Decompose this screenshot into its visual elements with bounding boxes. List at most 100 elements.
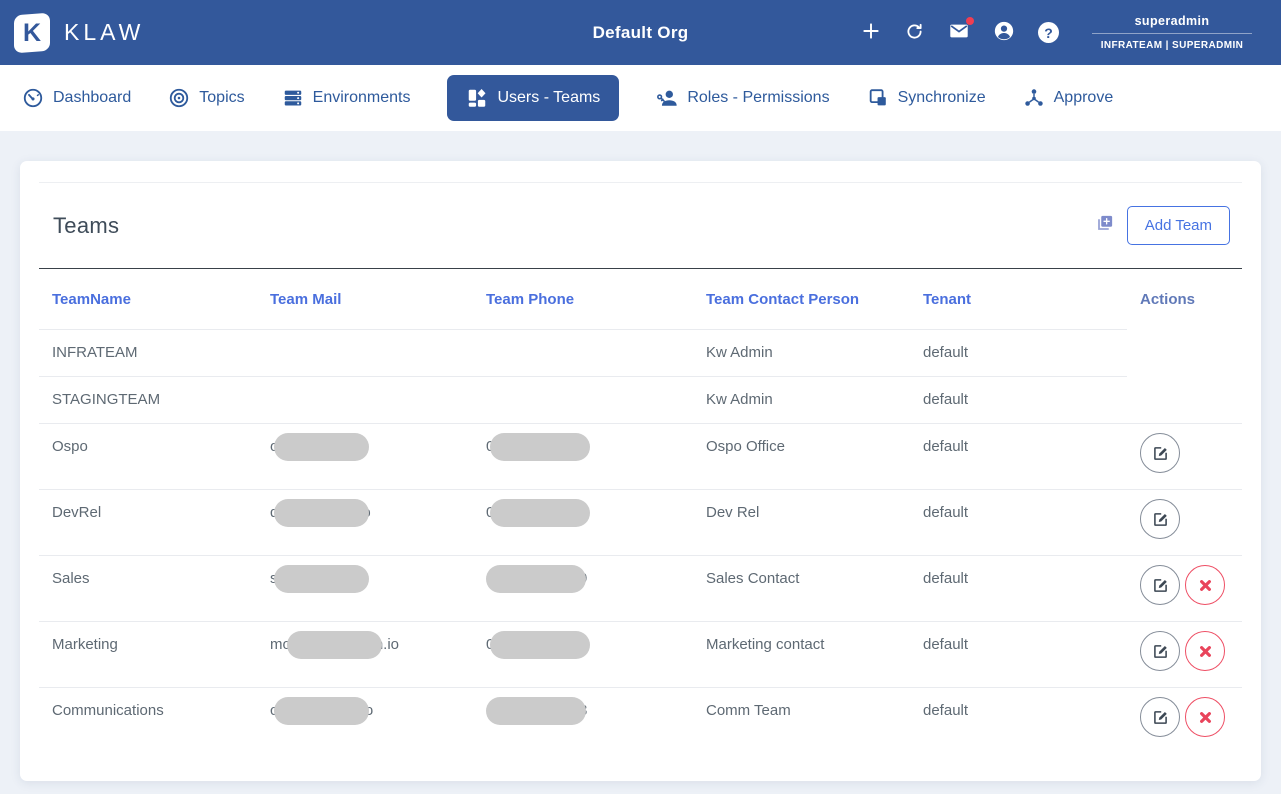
delete-x-icon bbox=[1197, 709, 1214, 726]
help-icon: ? bbox=[1038, 22, 1059, 43]
library-add-icon[interactable] bbox=[1096, 214, 1114, 237]
user-key-icon bbox=[656, 87, 678, 109]
tab-label: Roles - Permissions bbox=[687, 89, 830, 106]
team-contact-person: Ospo Office bbox=[706, 438, 785, 455]
tab-dashboard[interactable]: Dashboard bbox=[22, 87, 131, 109]
tab-label: Environments bbox=[312, 89, 411, 106]
edit-team-button[interactable] bbox=[1140, 499, 1180, 539]
user-role-line: INFRATEAM | SUPERADMIN bbox=[1100, 40, 1244, 51]
team-contact-cell: Ospo Office bbox=[693, 423, 910, 490]
team-contact-person: Comm Team bbox=[706, 702, 791, 719]
team-mail-cell bbox=[257, 376, 473, 424]
actions-cell bbox=[1127, 621, 1242, 688]
help-button[interactable]: ? bbox=[1038, 22, 1059, 43]
redaction-pill bbox=[490, 631, 591, 660]
page-content: Teams Add Team TeamName Team Mail Team P… bbox=[0, 131, 1281, 781]
add-team-button[interactable]: Add Team bbox=[1126, 206, 1230, 245]
table-row: DevRel do0 Dev Rel default bbox=[39, 489, 1242, 556]
tenant-value: default bbox=[923, 438, 969, 455]
delete-team-button[interactable] bbox=[1185, 631, 1225, 671]
table-row: Sales s9 Sales Contact default bbox=[39, 555, 1242, 622]
edit-team-button[interactable] bbox=[1140, 565, 1180, 605]
col-team-contact-person[interactable]: Team Contact Person bbox=[693, 268, 910, 330]
brand[interactable]: K KLAW bbox=[14, 12, 145, 53]
target-icon bbox=[168, 87, 190, 109]
team-mail-cell: cio bbox=[257, 688, 473, 754]
actions-cell bbox=[1127, 330, 1242, 377]
team-name: DevRel bbox=[52, 504, 102, 521]
tab-synchronize[interactable]: Synchronize bbox=[867, 87, 986, 109]
actions-cell bbox=[1127, 489, 1242, 556]
tab-roles-permissions[interactable]: Roles - Permissions bbox=[656, 87, 830, 109]
team-mail-cell: do bbox=[257, 489, 473, 556]
delete-team-button[interactable] bbox=[1185, 565, 1225, 605]
team-phone-cell bbox=[473, 329, 693, 377]
teams-table-body: INFRATEAM Kw Admin default STAGINGTEAM Kw Ad… bbox=[39, 329, 1242, 754]
tab-label: Dashboard bbox=[53, 89, 132, 106]
dashboard-grid-icon bbox=[466, 87, 488, 109]
team-name-cell: DevRel bbox=[39, 489, 257, 556]
tenant-value: default bbox=[923, 504, 969, 521]
add-team-group: Add Team bbox=[1096, 206, 1242, 245]
col-team-mail[interactable]: Team Mail bbox=[257, 268, 473, 330]
redaction-pill bbox=[486, 697, 586, 726]
edit-team-button[interactable] bbox=[1140, 631, 1180, 671]
team-contact-cell: Marketing contact bbox=[693, 621, 910, 688]
col-tenant[interactable]: Tenant bbox=[910, 268, 1127, 330]
col-team-phone[interactable]: Team Phone bbox=[473, 268, 693, 330]
actions-cell bbox=[1127, 688, 1242, 754]
tab-approve[interactable]: Approve bbox=[1023, 87, 1113, 109]
notifications-button[interactable] bbox=[948, 17, 974, 45]
user-block[interactable]: superadmin INFRATEAM | SUPERADMIN bbox=[1092, 14, 1252, 51]
account-button[interactable] bbox=[993, 20, 1015, 45]
refresh-button[interactable] bbox=[904, 21, 925, 45]
top-bar: K KLAW Default Org ? superadmin INFRATEA… bbox=[0, 0, 1281, 65]
col-actions: Actions bbox=[1140, 291, 1196, 309]
teams-table: TeamName Team Mail Team Phone Team Conta… bbox=[39, 268, 1242, 753]
layers-icon bbox=[867, 87, 889, 109]
tenant-cell: default bbox=[910, 329, 1127, 377]
klaw-logo-icon: K bbox=[14, 12, 50, 53]
team-name: Communications bbox=[52, 702, 164, 719]
tenant-cell: default bbox=[910, 555, 1127, 622]
create-request-button[interactable] bbox=[861, 21, 881, 44]
redaction-pill bbox=[490, 499, 591, 528]
redaction-pill bbox=[486, 565, 586, 594]
redaction-pill bbox=[286, 631, 382, 660]
actions-cell bbox=[1127, 555, 1242, 622]
col-teamname[interactable]: TeamName bbox=[39, 268, 257, 330]
table-row: Marketing mon.io0 Marketing contact default bbox=[39, 621, 1242, 688]
tab-environments[interactable]: Environments bbox=[282, 87, 411, 109]
team-mail-cell: o bbox=[257, 423, 473, 490]
tenant-value: default bbox=[923, 636, 969, 653]
redaction-pill bbox=[490, 433, 591, 462]
team-phone-cell: 9 bbox=[473, 555, 693, 622]
tab-users-teams[interactable]: Users - Teams bbox=[447, 75, 620, 121]
tenant-cell: default bbox=[910, 376, 1127, 424]
team-name-cell: Communications bbox=[39, 688, 257, 754]
logo-letter: K bbox=[22, 18, 42, 46]
delete-team-button[interactable] bbox=[1185, 697, 1225, 737]
team-contact-person: Kw Admin bbox=[706, 391, 773, 408]
team-contact-cell: Sales Contact bbox=[693, 555, 910, 622]
tab-label: Synchronize bbox=[897, 89, 986, 106]
team-mail-cell: s bbox=[257, 555, 473, 622]
team-phone-cell: 0 bbox=[473, 489, 693, 556]
main-nav: Dashboard Topics Environments Users - Te… bbox=[0, 65, 1281, 131]
tenant-cell: default bbox=[910, 688, 1127, 754]
header-row: TeamName Team Mail Team Phone Team Conta… bbox=[39, 268, 1242, 330]
brand-name: KLAW bbox=[64, 19, 145, 45]
server-stack-icon bbox=[282, 87, 304, 109]
team-name-cell: Marketing bbox=[39, 621, 257, 688]
actions-cell bbox=[1127, 423, 1242, 490]
table-row: INFRATEAM Kw Admin default bbox=[39, 329, 1242, 377]
edit-team-button[interactable] bbox=[1140, 433, 1180, 473]
plus-icon bbox=[861, 21, 881, 44]
edit-team-button[interactable] bbox=[1140, 697, 1180, 737]
team-name: STAGINGTEAM bbox=[52, 391, 161, 408]
hub-icon bbox=[1023, 87, 1045, 109]
team-name: Sales bbox=[52, 570, 90, 587]
tab-topics[interactable]: Topics bbox=[168, 87, 245, 109]
user-divider bbox=[1092, 33, 1252, 34]
tenant-cell: default bbox=[910, 489, 1127, 556]
